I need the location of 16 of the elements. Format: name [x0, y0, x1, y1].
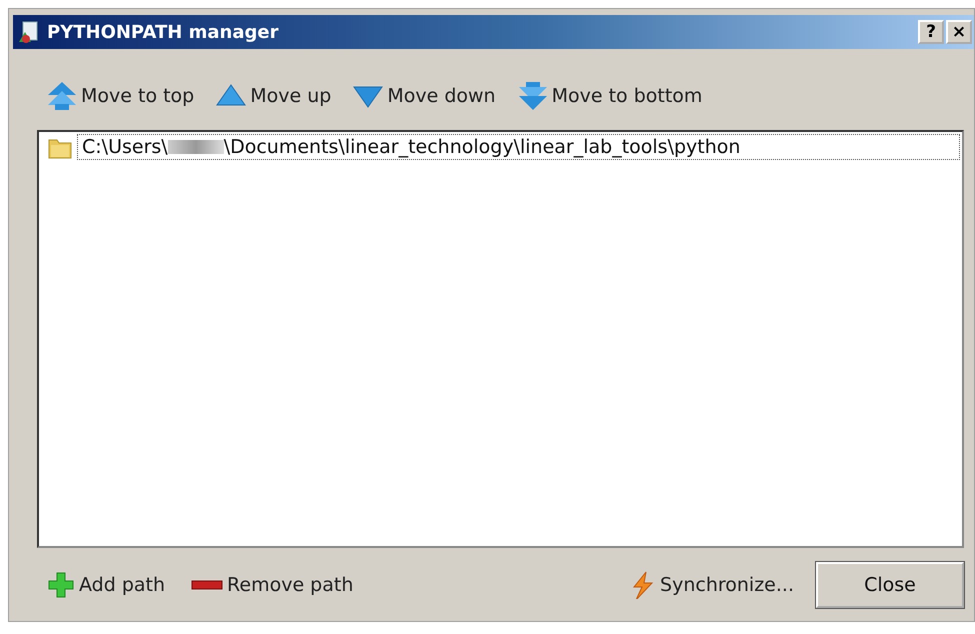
close-button[interactable]: Close	[816, 562, 964, 608]
help-button[interactable]: ?	[918, 20, 944, 44]
toolbar-button[interactable]: Move down	[349, 79, 500, 113]
path-list[interactable]: C:\Users\ \Documents\linear_technology\linear_lab_tools\python	[37, 130, 964, 548]
toolbar-button[interactable]: Move up	[212, 79, 336, 113]
action-button[interactable]: Add path	[43, 569, 170, 601]
toolbar-button[interactable]: Move to top	[43, 79, 198, 113]
action-button[interactable]: Remove path	[187, 569, 358, 601]
window-title: PYTHONPATH manager	[47, 22, 280, 42]
double-up-arrow-icon	[47, 81, 77, 111]
close-button[interactable]: ×	[946, 20, 972, 44]
action-button[interactable]: Synchronize...	[624, 569, 798, 601]
path-item[interactable]: C:\Users\ \Documents\linear_technology\linear_lab_tools\python	[77, 134, 960, 160]
plus-icon	[47, 571, 75, 599]
double-down-arrow-icon	[518, 81, 548, 111]
toolbar-button[interactable]: Move to bottom	[514, 79, 706, 113]
